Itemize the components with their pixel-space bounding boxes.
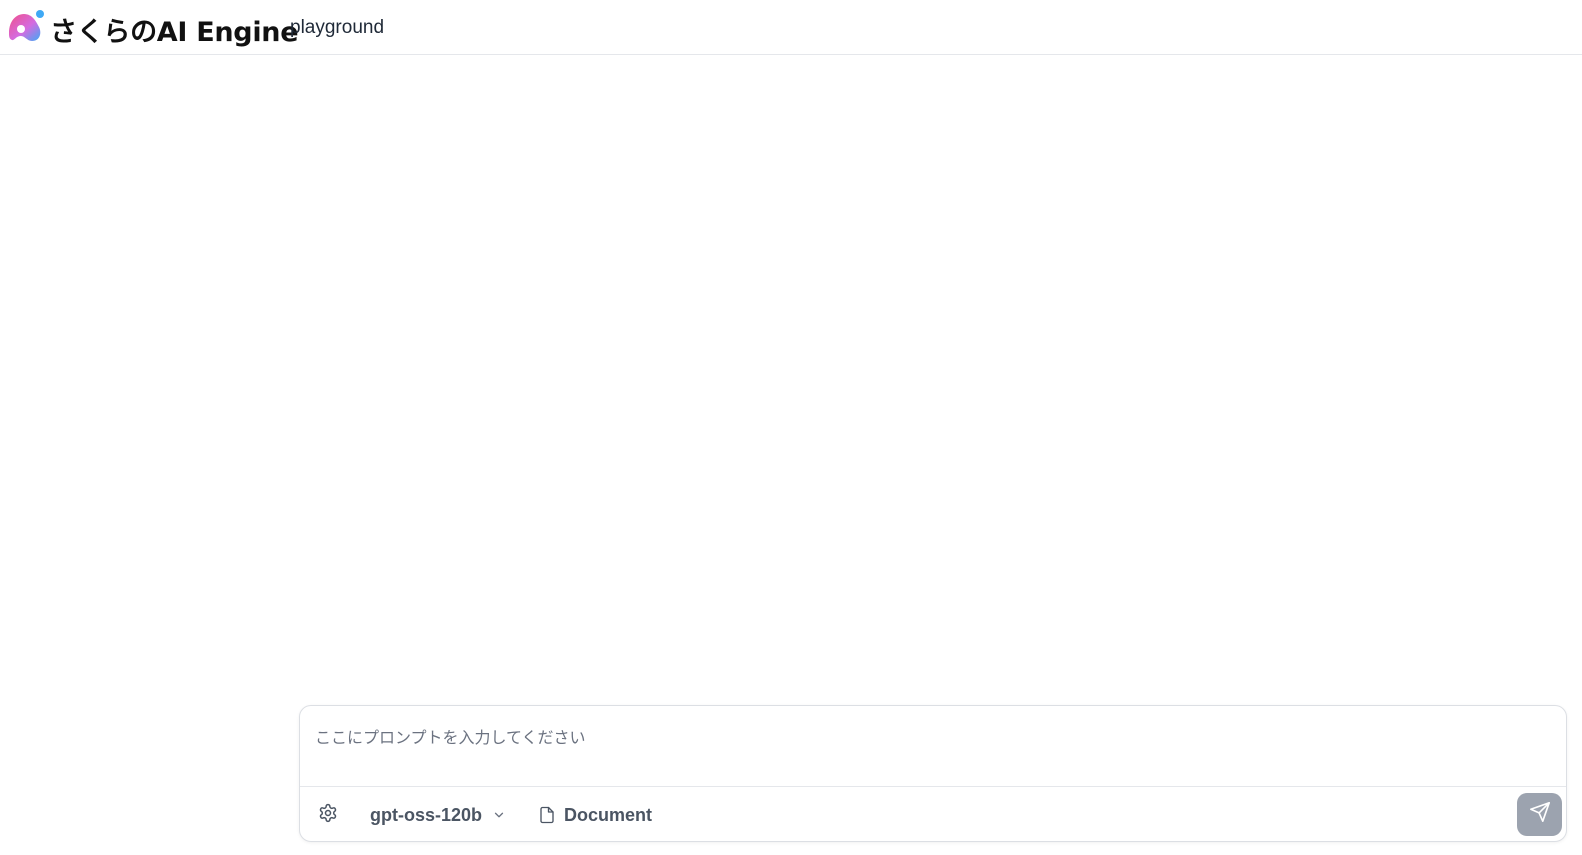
settings-button[interactable] bbox=[316, 803, 340, 827]
brand-name: さくらのAI Engine bbox=[50, 17, 299, 48]
send-icon bbox=[1529, 801, 1551, 828]
sakura-logo-icon[interactable] bbox=[6, 9, 46, 43]
document-button[interactable]: Document bbox=[538, 802, 652, 828]
prompt-composer: gpt-oss-120b Document bbox=[299, 705, 1567, 842]
model-select-label: gpt-oss-120b bbox=[370, 804, 483, 825]
document-label: Document bbox=[564, 804, 653, 825]
document-icon bbox=[538, 805, 556, 825]
chevron-down-icon bbox=[492, 808, 506, 822]
composer-toolbar: gpt-oss-120b Document bbox=[300, 787, 1566, 842]
send-button[interactable] bbox=[1517, 793, 1562, 836]
gear-icon bbox=[318, 803, 338, 828]
app-header: さくらのAI Engine playground bbox=[0, 0, 1582, 55]
model-select[interactable]: gpt-oss-120b bbox=[370, 802, 506, 828]
brand-subtitle: playground bbox=[290, 17, 385, 38]
prompt-input[interactable] bbox=[300, 706, 1566, 786]
